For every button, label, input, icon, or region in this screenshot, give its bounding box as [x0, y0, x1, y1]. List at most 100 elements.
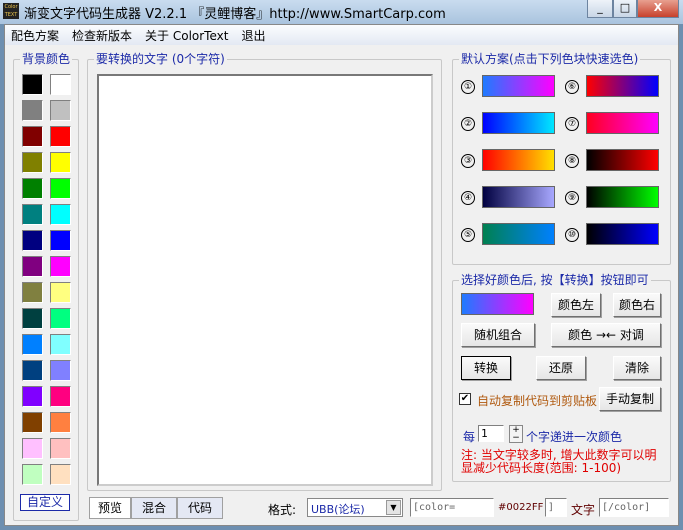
preset-number: ⑨	[565, 191, 579, 205]
preset-gradient-swatch[interactable]	[586, 149, 659, 171]
preset-gradient-swatch[interactable]	[482, 112, 555, 134]
background-color-swatch[interactable]	[50, 386, 71, 407]
tab-preview[interactable]: 预览	[89, 497, 131, 519]
color-value: #0022FF	[498, 502, 544, 513]
background-color-swatch[interactable]	[50, 152, 71, 173]
background-color-swatch[interactable]	[50, 464, 71, 485]
right-color-button[interactable]: 颜色右	[613, 293, 661, 317]
background-color-swatch[interactable]	[22, 438, 43, 459]
step-suffix: 个字递进一次颜色	[526, 430, 623, 444]
random-combo-button[interactable]: 随机组合	[461, 323, 535, 347]
preset-gradient-swatch[interactable]	[586, 186, 659, 208]
menu-check-update[interactable]: 检查新版本	[72, 27, 132, 44]
close-button[interactable]: X	[637, 0, 679, 18]
background-color-swatch[interactable]	[50, 360, 71, 381]
current-gradient-preview	[461, 293, 534, 315]
text-input-group: 要转换的文字 (0个字符)	[87, 52, 442, 491]
maximize-button[interactable]: □	[613, 0, 637, 18]
clear-button[interactable]: 清除	[613, 356, 661, 380]
group-label: 选择好颜色后, 按【转换】按钮即可	[459, 273, 651, 287]
window-title: 渐变文字代码生成器 V2.2.1 『灵鲤博客』http://www.SmartC…	[24, 7, 446, 22]
preset-number: ⑥	[565, 80, 579, 94]
preset-gradient-swatch[interactable]	[586, 223, 659, 245]
preset-number: ③	[461, 154, 475, 168]
background-color-swatch[interactable]	[50, 230, 71, 251]
preset-group: 默认方案(点击下列色块快速选色) ① ② ③ ④ ⑤ ⑥ ⑦ ⑧ ⑨ ⑩	[452, 52, 671, 265]
background-color-swatch[interactable]	[50, 100, 71, 121]
menu-bar: 配色方案 检查新版本 关于 ColorText 退出	[5, 25, 678, 45]
background-color-swatch[interactable]	[22, 412, 43, 433]
background-color-swatch[interactable]	[22, 178, 43, 199]
format-label: 格式:	[268, 503, 297, 517]
app-icon: Color TEXT	[3, 3, 19, 19]
background-color-swatch[interactable]	[50, 256, 71, 277]
preset-gradient-swatch[interactable]	[586, 75, 659, 97]
background-color-swatch[interactable]	[50, 438, 71, 459]
preset-number: ①	[461, 80, 475, 94]
format-value: UBB(论坛)	[311, 503, 365, 516]
text-input[interactable]	[97, 74, 433, 486]
preset-number: ②	[461, 117, 475, 131]
auto-copy-label: 自动复制代码到剪贴板	[477, 394, 598, 408]
note-text: 注: 当文字较多时, 增大此数字可以明显减少代码长度(范围: 1-100)	[461, 448, 657, 475]
tab-mix[interactable]: 混合	[131, 497, 177, 519]
preset-gradient-swatch[interactable]	[482, 149, 555, 171]
preset-gradient-swatch[interactable]	[482, 75, 555, 97]
background-color-swatch[interactable]	[50, 282, 71, 303]
background-color-swatch[interactable]	[22, 256, 43, 277]
background-color-swatch[interactable]	[22, 230, 43, 251]
preset-number: ⑦	[565, 117, 579, 131]
background-color-swatch[interactable]	[22, 74, 43, 95]
background-color-swatch[interactable]	[50, 412, 71, 433]
preset-number: ⑩	[565, 228, 579, 242]
preset-gradient-swatch[interactable]	[586, 112, 659, 134]
step-spinner[interactable]: + −	[509, 425, 523, 443]
menu-color-scheme[interactable]: 配色方案	[11, 27, 59, 44]
auto-copy-checkbox[interactable]: ✔	[459, 393, 471, 405]
custom-color-button[interactable]: 自定义	[20, 494, 70, 511]
chevron-down-icon[interactable]: ▼	[386, 500, 401, 515]
background-color-swatch[interactable]	[22, 360, 43, 381]
background-color-swatch[interactable]	[50, 178, 71, 199]
background-color-group: 背景颜色 自定义	[13, 52, 79, 521]
format-select[interactable]: UBB(论坛) ▼	[307, 498, 403, 517]
menu-exit[interactable]: 退出	[241, 27, 265, 44]
title-bar: Color TEXT 渐变文字代码生成器 V2.2.1 『灵鲤博客』http://…	[0, 0, 683, 24]
group-label: 默认方案(点击下列色块快速选色)	[459, 52, 641, 66]
step-input[interactable]	[478, 425, 504, 442]
background-color-swatch[interactable]	[50, 204, 71, 225]
text-label: 文字	[571, 503, 596, 517]
tab-code[interactable]: 代码	[177, 497, 223, 519]
background-color-swatch[interactable]	[50, 74, 71, 95]
close-bracket-input[interactable]	[545, 498, 567, 517]
manual-copy-button[interactable]: 手动复制	[599, 387, 661, 411]
swap-colors-button[interactable]: 颜色 →← 对调	[551, 323, 661, 347]
preset-number: ⑧	[565, 154, 579, 168]
open-tag-input[interactable]	[410, 498, 494, 517]
background-color-swatch[interactable]	[22, 308, 43, 329]
view-tabs: 预览 混合 代码	[89, 497, 227, 519]
background-color-swatch[interactable]	[50, 334, 71, 355]
preset-gradient-swatch[interactable]	[482, 223, 555, 245]
background-color-swatch[interactable]	[22, 126, 43, 147]
background-color-swatch[interactable]	[22, 386, 43, 407]
background-color-swatch[interactable]	[22, 100, 43, 121]
background-color-swatch[interactable]	[22, 282, 43, 303]
background-color-swatch[interactable]	[50, 126, 71, 147]
background-color-swatch[interactable]	[22, 152, 43, 173]
background-color-swatch[interactable]	[22, 204, 43, 225]
background-color-swatch[interactable]	[22, 464, 43, 485]
left-color-button[interactable]: 颜色左	[551, 293, 601, 317]
background-color-swatch[interactable]	[22, 334, 43, 355]
convert-button[interactable]: 转换	[461, 356, 511, 380]
end-tag-input[interactable]	[599, 498, 669, 517]
preset-gradient-swatch[interactable]	[482, 186, 555, 208]
main-window: 配色方案 检查新版本 关于 ColorText 退出 背景颜色 自定义 要转换的…	[4, 24, 679, 526]
step-prefix: 每	[463, 430, 476, 444]
background-color-swatch[interactable]	[50, 308, 71, 329]
menu-about[interactable]: 关于 ColorText	[145, 27, 228, 44]
group-label: 要转换的文字 (0个字符)	[94, 52, 227, 66]
preset-number: ④	[461, 191, 475, 205]
restore-button[interactable]: 还原	[536, 356, 586, 380]
minimize-button[interactable]: _	[587, 0, 613, 18]
